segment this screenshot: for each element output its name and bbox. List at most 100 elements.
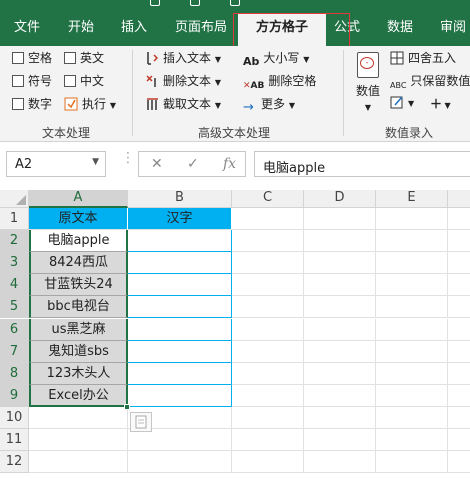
row-header[interactable]: 1 — [0, 208, 29, 231]
grid-cell[interactable] — [304, 208, 376, 231]
header-cell[interactable]: 原文本 — [29, 208, 128, 231]
grid-cell[interactable] — [448, 230, 470, 253]
grid-cell[interactable] — [232, 274, 304, 297]
drag-handle-icon[interactable]: ⋮ — [121, 151, 135, 165]
grid-cell[interactable] — [232, 296, 304, 319]
chk-english[interactable]: 英文 — [64, 49, 104, 66]
grid-cell[interactable] — [376, 274, 448, 297]
undo-icon[interactable] — [190, 0, 200, 6]
chk-chinese[interactable]: 中文 — [64, 72, 104, 89]
grid-cell[interactable] — [304, 340, 376, 363]
tab-home[interactable]: 开始 — [68, 19, 94, 37]
grid-cell[interactable] — [304, 252, 376, 275]
column-header[interactable] — [448, 190, 470, 208]
grid-cell[interactable] — [376, 451, 448, 474]
grid-cell[interactable] — [448, 274, 470, 297]
chk-symbol[interactable]: 符号 — [12, 72, 52, 89]
row-header[interactable]: 5 — [0, 296, 29, 319]
more-button[interactable]: → 更多 ▼ — [243, 95, 295, 115]
grid-cell[interactable] — [304, 230, 376, 253]
table-cell[interactable]: Excel办公 — [29, 384, 128, 407]
select-all-corner[interactable] — [0, 190, 29, 208]
grid-cell[interactable] — [376, 340, 448, 363]
name-box[interactable]: A2 ▼ — [6, 151, 106, 177]
grid-cell[interactable] — [448, 341, 470, 363]
table-cell[interactable] — [128, 362, 232, 385]
grid-cell[interactable] — [232, 230, 304, 253]
tab-insert[interactable]: 插入 — [121, 19, 147, 37]
grid-cell[interactable] — [304, 406, 376, 429]
table-cell[interactable]: us黑芝麻 — [29, 318, 128, 341]
grid-cell[interactable] — [304, 429, 376, 452]
grid-cell[interactable] — [376, 362, 448, 385]
grid-cell[interactable] — [448, 407, 470, 429]
grid-cell[interactable] — [232, 362, 304, 385]
tab-data[interactable]: 数据 — [387, 19, 413, 37]
grid-cell[interactable] — [128, 451, 232, 474]
grid-cell[interactable] — [232, 208, 304, 231]
row-header[interactable]: 2 — [0, 230, 29, 253]
case-button[interactable]: Ab 大小写 ▼ — [243, 49, 309, 69]
grid-cell[interactable] — [29, 406, 128, 429]
chk-space[interactable]: 空格 — [12, 49, 52, 66]
grid-cell[interactable] — [448, 363, 470, 385]
grid-cell[interactable] — [448, 385, 470, 407]
tab-review[interactable]: 审阅 — [440, 19, 466, 37]
grid-cell[interactable] — [376, 208, 448, 231]
table-cell[interactable]: 123木头人 — [29, 362, 128, 385]
save-icon[interactable] — [150, 0, 160, 6]
grid-cell[interactable] — [304, 318, 376, 341]
table-cell[interactable] — [128, 318, 232, 341]
column-header[interactable]: C — [232, 190, 304, 208]
header-cell[interactable]: 汉字 — [128, 208, 232, 231]
table-cell[interactable] — [128, 296, 232, 319]
grid-cell[interactable] — [232, 406, 304, 429]
table-cell[interactable] — [128, 340, 232, 363]
column-header[interactable]: E — [376, 190, 448, 208]
chevron-down-icon[interactable]: ▼ — [92, 157, 99, 167]
formula-input[interactable]: 电脑apple — [254, 151, 470, 177]
delete-text-button[interactable]: 删除文本 ▼ — [145, 72, 221, 89]
row-header[interactable]: 4 — [0, 274, 29, 297]
fill-handle[interactable] — [124, 403, 130, 410]
grid-cell[interactable] — [376, 296, 448, 319]
grid-cell[interactable] — [232, 252, 304, 275]
grid-cell[interactable] — [232, 318, 304, 341]
keep-numbers-button[interactable]: ABC 只保留数值 — [390, 72, 470, 95]
grid-cell[interactable] — [304, 362, 376, 385]
round-button[interactable]: 四舍五入 — [390, 49, 456, 66]
row-header[interactable]: 9 — [0, 384, 29, 407]
table-cell[interactable]: bbc电视台 — [29, 296, 128, 319]
number-value-button[interactable]: - 数值 ▼ — [353, 52, 383, 113]
function-icon[interactable]: fx — [223, 156, 236, 172]
cancel-icon[interactable]: ✕ — [151, 156, 163, 172]
table-cell[interactable] — [128, 384, 232, 407]
row-header[interactable]: 3 — [0, 252, 29, 275]
chk-number[interactable]: 数字 — [12, 95, 52, 112]
remove-spaces-button[interactable]: ✕AB 删除空格 — [243, 72, 316, 95]
row-header[interactable]: 10 — [0, 406, 29, 429]
column-header[interactable]: D — [304, 190, 376, 208]
grid-cell[interactable] — [448, 252, 470, 275]
grid-cell[interactable] — [232, 451, 304, 474]
grid-cell[interactable] — [376, 429, 448, 452]
add-icon[interactable]: ＋ ▼ — [430, 95, 451, 112]
extract-text-button[interactable]: 截取文本 ▼ — [145, 95, 221, 112]
table-cell[interactable] — [128, 274, 232, 297]
grid-cell[interactable] — [304, 451, 376, 474]
row-header[interactable]: 8 — [0, 362, 29, 385]
row-header[interactable]: 7 — [0, 340, 29, 363]
tab-file[interactable]: 文件 — [14, 19, 40, 37]
enter-icon[interactable]: ✓ — [187, 156, 199, 172]
row-header[interactable]: 6 — [0, 318, 29, 341]
grid-cell[interactable] — [376, 406, 448, 429]
grid-cell[interactable] — [376, 318, 448, 341]
table-cell[interactable]: 鬼知道sbs — [29, 340, 128, 363]
redo-icon[interactable] — [230, 0, 240, 6]
paste-options-icon[interactable] — [130, 412, 152, 432]
column-header[interactable]: A — [29, 190, 128, 208]
grid-cell[interactable] — [448, 296, 470, 319]
insert-text-button[interactable]: 插入文本 ▼ — [145, 49, 221, 66]
grid-cell[interactable] — [448, 451, 470, 474]
grid-cell[interactable] — [304, 296, 376, 319]
